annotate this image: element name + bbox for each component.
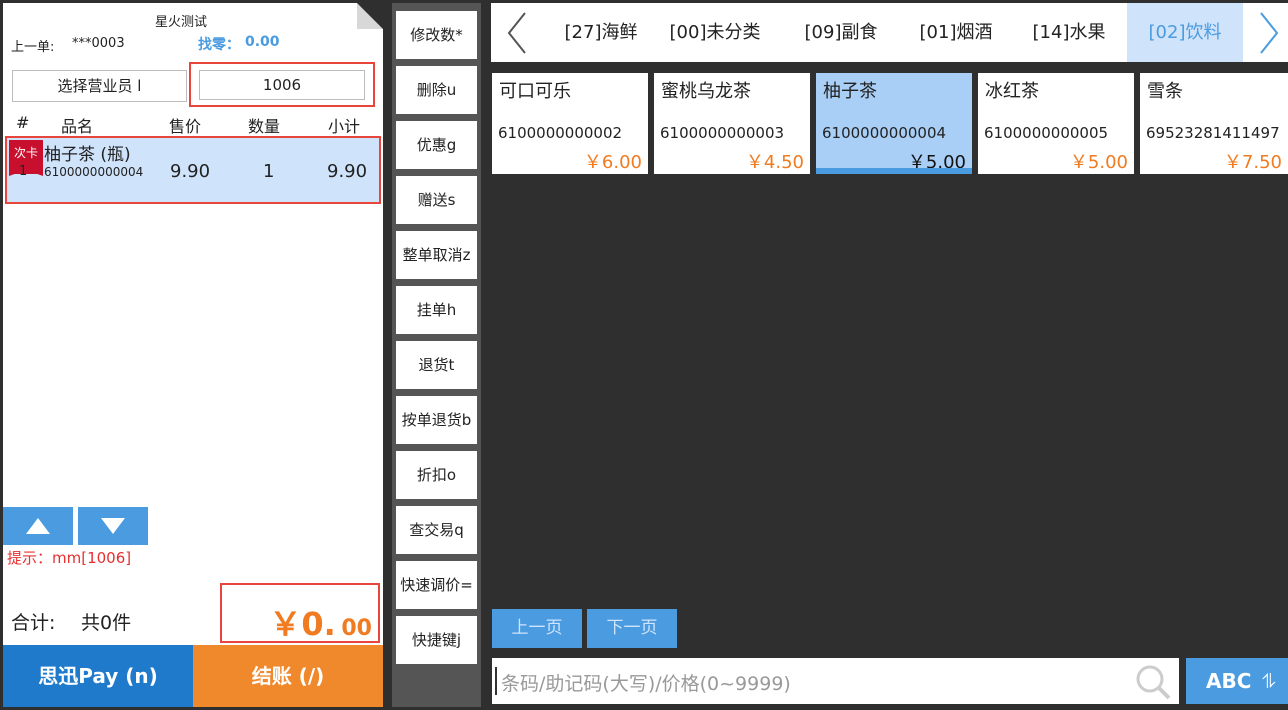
product-price: ￥7.50 bbox=[1223, 152, 1282, 173]
product-code: 6100000000005 bbox=[984, 124, 1109, 142]
product-card-selected[interactable]: 柚子茶 6100000000004 ￥5.00 bbox=[816, 73, 972, 174]
category-tab-fruit[interactable]: [14]水果 bbox=[1021, 3, 1117, 62]
discount-offer-button[interactable]: 优惠g bbox=[396, 121, 477, 169]
cart-row[interactable]: 次卡 柚子茶 (瓶) 1 6100000000004 9.90 1 9.90 bbox=[5, 136, 381, 204]
category-tab-tobacco[interactable]: [01]烟酒 bbox=[905, 3, 1007, 62]
product-code: 6100000000003 bbox=[660, 124, 785, 142]
col-price: 售价 bbox=[169, 117, 202, 136]
next-page-button[interactable]: 下一页 bbox=[587, 609, 677, 648]
scroll-down-button[interactable] bbox=[78, 507, 148, 545]
product-panel: [27]海鲜 [00]未分类 [09]副食 [01]烟酒 [14]水果 [02]… bbox=[491, 0, 1288, 710]
settle-button[interactable]: 结账 (/) bbox=[193, 645, 383, 707]
col-qty: 数量 bbox=[248, 117, 281, 136]
prev-order-label: 上一单: bbox=[11, 40, 55, 55]
discount-button[interactable]: 折扣o bbox=[396, 451, 477, 499]
cancel-order-button[interactable]: 整单取消z bbox=[396, 231, 477, 279]
input-mode-button[interactable]: ABC ⥮ bbox=[1186, 658, 1288, 704]
staff-highlight: 1006 bbox=[189, 62, 375, 107]
chevron-right-icon bbox=[1260, 12, 1279, 54]
category-bar: [27]海鲜 [00]未分类 [09]副食 [01]烟酒 [14]水果 [02]… bbox=[491, 3, 1288, 62]
product-code: 6100000000004 bbox=[822, 124, 947, 142]
chevron-left-icon bbox=[507, 12, 526, 54]
shortcut-button[interactable]: 快捷键j bbox=[396, 616, 477, 664]
search-icon[interactable] bbox=[1135, 664, 1171, 700]
quick-price-button[interactable]: 快速调价= bbox=[396, 561, 477, 609]
item-name: 柚子茶 (瓶) bbox=[44, 145, 131, 165]
product-card[interactable]: 冰红茶 6100000000005 ￥5.00 bbox=[978, 73, 1134, 174]
staff-id-field[interactable]: 1006 bbox=[199, 70, 365, 100]
product-code: 69523281411497 bbox=[1146, 124, 1280, 142]
prev-page-button[interactable]: 上一页 bbox=[492, 609, 582, 648]
total-amount-main: ￥0. bbox=[269, 605, 336, 643]
product-name: 柚子茶 bbox=[823, 81, 877, 102]
arrow-down-icon bbox=[101, 518, 125, 534]
return-by-order-button[interactable]: 按单退货b bbox=[396, 396, 477, 444]
total-amount: ￥0. 00 bbox=[269, 599, 372, 645]
product-price: ￥5.00 bbox=[1069, 152, 1128, 173]
product-code: 6100000000002 bbox=[498, 124, 623, 142]
change-value: 0.00 bbox=[245, 34, 280, 50]
category-tab-groceries[interactable]: [09]副食 bbox=[789, 3, 893, 62]
col-subtotal: 小计 bbox=[328, 117, 361, 136]
product-price: ￥4.50 bbox=[745, 152, 804, 173]
product-card[interactable]: 可口可乐 6100000000002 ￥6.00 bbox=[492, 73, 648, 174]
item-price: 9.90 bbox=[170, 161, 211, 182]
product-card[interactable]: 蜜桃乌龙茶 6100000000003 ￥4.50 bbox=[654, 73, 810, 174]
hint-text: 提示：mm[1006] bbox=[7, 549, 132, 567]
category-tab-drinks[interactable]: [02]饮料 bbox=[1127, 3, 1243, 62]
modify-qty-button[interactable]: 修改数* bbox=[396, 11, 477, 59]
selected-indicator bbox=[816, 168, 972, 174]
arrow-up-icon bbox=[26, 518, 50, 534]
item-qty: 1 bbox=[263, 161, 275, 182]
category-tab-seafood[interactable]: [27]海鲜 bbox=[553, 3, 649, 62]
category-prev-button[interactable] bbox=[505, 11, 529, 55]
select-staff-button[interactable]: 选择营业员 l bbox=[12, 70, 187, 102]
prev-order-value: ***0003 bbox=[72, 36, 125, 51]
category-tab-uncategorized[interactable]: [00]未分类 bbox=[665, 3, 765, 62]
change-label: 找零： bbox=[198, 37, 240, 53]
pay-button[interactable]: 思迅Pay (n) bbox=[3, 645, 193, 707]
category-next-button[interactable] bbox=[1257, 11, 1281, 55]
item-index: 1 bbox=[19, 164, 28, 179]
store-name: 星火测试 bbox=[154, 15, 207, 30]
item-subtotal: 9.90 bbox=[327, 161, 368, 182]
text-caret bbox=[495, 667, 497, 695]
scroll-up-button[interactable] bbox=[3, 507, 73, 545]
col-index: # bbox=[16, 113, 30, 132]
input-mode-label: ABC bbox=[1206, 669, 1252, 693]
total-label: 合计: bbox=[11, 612, 56, 634]
hold-order-button[interactable]: 挂单h bbox=[396, 286, 477, 334]
search-placeholder: 条码/助记码(大写)/价格(0~9999) bbox=[501, 673, 791, 695]
query-transaction-button[interactable]: 查交易q bbox=[396, 506, 477, 554]
item-code: 6100000000004 bbox=[44, 165, 144, 179]
product-name: 雪条 bbox=[1147, 81, 1183, 102]
order-panel: 星火测试 上一单: ***0003 找零： 0.00 选择营业员 l 1006 … bbox=[3, 3, 383, 707]
switch-icon: ⥮ bbox=[1261, 669, 1276, 693]
gift-button[interactable]: 赠送s bbox=[396, 176, 477, 224]
search-input[interactable]: 条码/助记码(大写)/价格(0~9999) bbox=[492, 658, 1179, 704]
total-amount-box: ￥0. 00 bbox=[220, 583, 380, 643]
delete-button[interactable]: 删除u bbox=[396, 66, 477, 114]
function-column: 修改数* 删除u 优惠g 赠送s 整单取消z 挂单h 退货t 按单退货b 折扣o… bbox=[392, 3, 481, 707]
product-name: 可口可乐 bbox=[499, 81, 571, 102]
product-price: ￥6.00 bbox=[583, 152, 642, 173]
product-name: 冰红茶 bbox=[985, 81, 1039, 102]
total-amount-decimal: 00 bbox=[341, 616, 372, 641]
product-card[interactable]: 雪条 69523281411497 ￥7.50 bbox=[1140, 73, 1288, 174]
product-name: 蜜桃乌龙茶 bbox=[661, 81, 751, 102]
col-name: 品名 bbox=[61, 117, 94, 136]
page-corner-fold bbox=[357, 3, 383, 29]
return-button[interactable]: 退货t bbox=[396, 341, 477, 389]
total-count: 共0件 bbox=[81, 612, 132, 634]
